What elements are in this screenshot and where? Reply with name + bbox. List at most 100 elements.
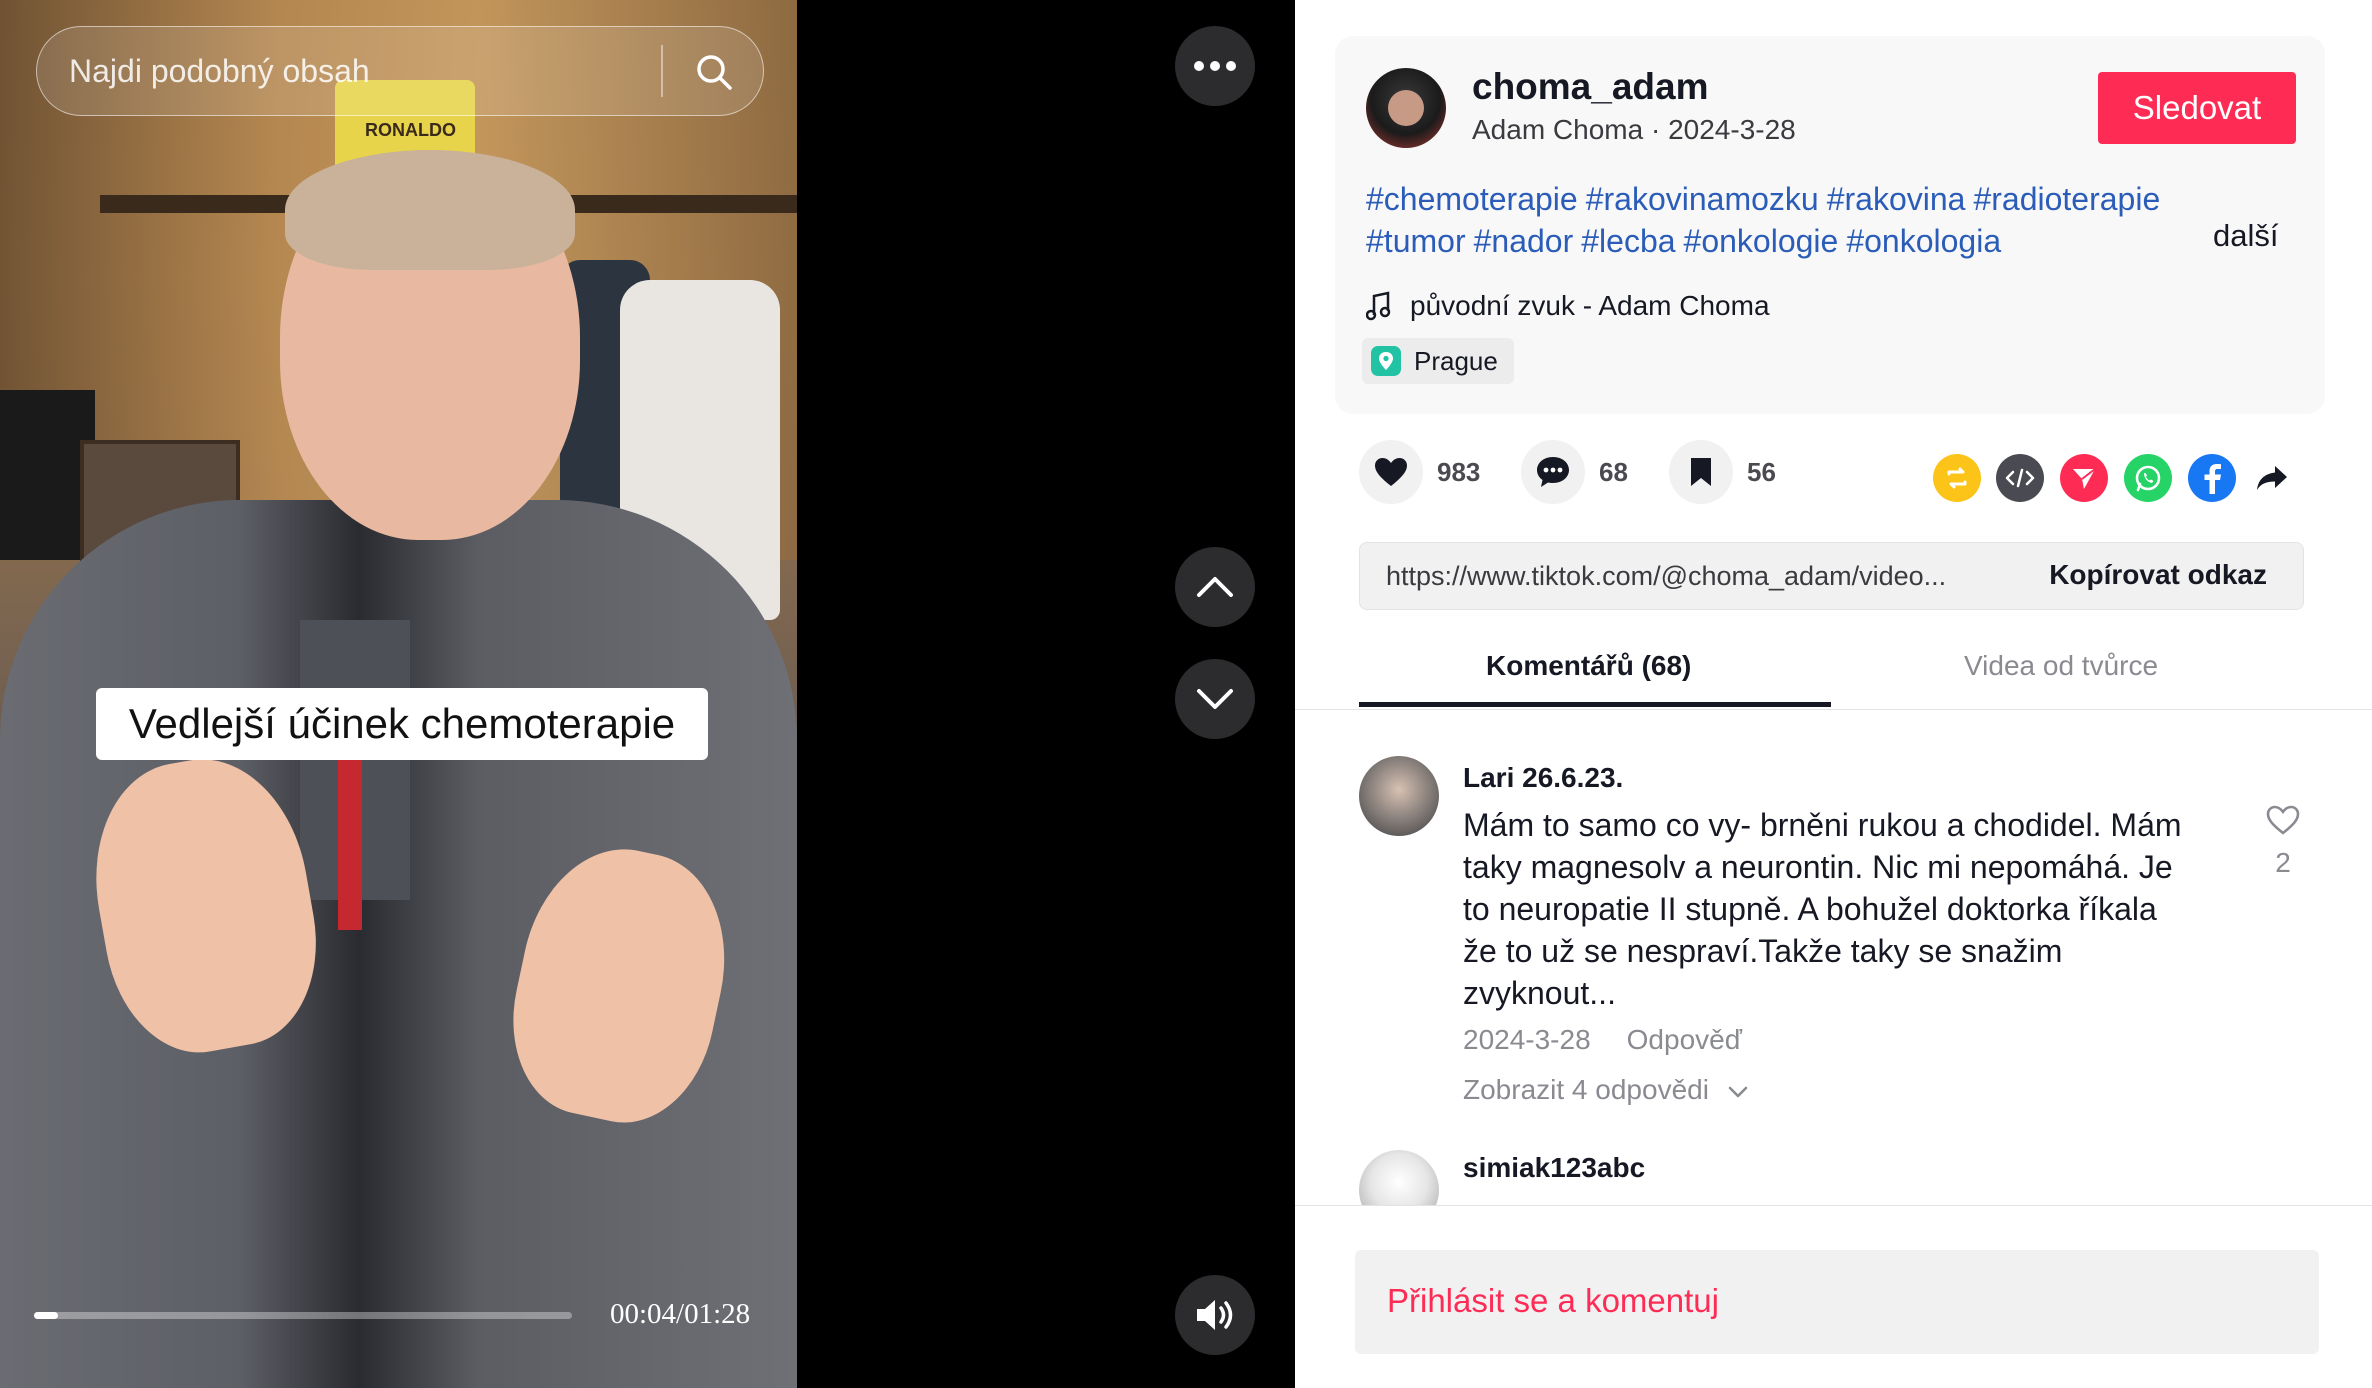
comment-author[interactable]: simiak123abc (1463, 1152, 1645, 1184)
commenter-avatar[interactable] (1359, 1150, 1439, 1205)
commenter-avatar[interactable] (1359, 756, 1439, 836)
subline-separator: · (1643, 114, 1669, 145)
post-info-card: choma_adam Adam Choma · 2024-3-28 Sledov… (1335, 36, 2325, 414)
hashtag-link[interactable]: #onkologie (1684, 223, 1839, 259)
hashtag-link[interactable]: #lecba (1581, 223, 1675, 259)
location-name: Prague (1414, 345, 1498, 376)
details-panel: choma_adam Adam Choma · 2024-3-28 Sledov… (1295, 0, 2372, 1388)
save-button[interactable] (1669, 440, 1733, 504)
facebook-share-button[interactable] (2188, 454, 2236, 502)
video-person-hair (285, 150, 575, 270)
whatsapp-icon (2135, 465, 2161, 492)
search-divider (661, 45, 663, 97)
video-time: 00:04/01:28 (610, 1298, 751, 1330)
author-subline: Adam Choma · 2024-3-28 (1472, 114, 1796, 146)
author-username[interactable]: choma_adam (1472, 66, 1709, 108)
comment-like-button[interactable]: 2 (2253, 804, 2313, 879)
hashtag-link[interactable]: #onkologia (1846, 223, 2001, 259)
comment-text-line: taky magnesolv a neurontin. Nic mi nepom… (1463, 849, 2173, 885)
search-button[interactable] (677, 35, 751, 109)
video-player[interactable]: RONALDO Vedlejší účinek chemoterapie (0, 0, 797, 1388)
comment-text-line: Mám to samo co vy- brněni rukou a chodid… (1463, 807, 2182, 843)
tab-creator-videos[interactable]: Videa od tvůrce (1964, 650, 2158, 682)
music-title: původní zvuk - Adam Choma (1410, 290, 1770, 321)
comment-author[interactable]: Lari 26.6.23. (1463, 762, 1623, 794)
save-count: 56 (1747, 456, 1776, 487)
like-button[interactable] (1359, 440, 1423, 504)
embed-button[interactable] (1996, 454, 2044, 502)
repost-button[interactable] (1933, 454, 1981, 502)
share-arrow-icon (2257, 466, 2287, 490)
more-share-button[interactable] (2248, 454, 2296, 502)
comment-button[interactable] (1521, 440, 1585, 504)
search-icon (697, 55, 732, 90)
video-link-url[interactable]: https://www.tiktok.com/@choma_adam/video… (1386, 561, 2006, 592)
hashtag-list: #chemoterapie #rakovinamozku #rakovina #rad… (1366, 178, 2246, 262)
heart-icon (1375, 458, 1407, 486)
action-bar: 983 68 56 (1295, 440, 2372, 520)
video-link-box: https://www.tiktok.com/@choma_adam/video… (1359, 542, 2304, 610)
hashtag-link[interactable]: #chemoterapie (1366, 181, 1578, 217)
music-note-icon (1366, 291, 1391, 321)
search-input[interactable] (67, 27, 667, 115)
comment-date: 2024-3-28 (1463, 1024, 1591, 1055)
whatsapp-share-button[interactable] (2124, 454, 2172, 502)
like-count: 983 (1437, 456, 1481, 487)
view-replies-label: Zobrazit 4 odpovědi (1463, 1074, 1709, 1105)
send-to-friends-button[interactable] (2060, 454, 2108, 502)
hashtag-link[interactable]: #radioterapie (1973, 181, 2160, 217)
copy-link-button[interactable]: Kopírovat odkaz (2049, 559, 2267, 591)
video-progress-fill (34, 1312, 59, 1319)
comment-action[interactable]: 68 (1521, 440, 1628, 504)
login-to-comment-button[interactable]: Přihlásit se a komentuj (1355, 1250, 2319, 1354)
comment-like-count: 2 (2275, 847, 2291, 878)
show-more-link[interactable]: další (2213, 218, 2278, 254)
comment-text-line: zvyknout... (1463, 975, 1616, 1011)
video-area: RONALDO Vedlejší účinek chemoterapie (0, 0, 1295, 1388)
post-date: 2024-3-28 (1668, 114, 1796, 145)
search-bar (36, 26, 764, 116)
bookmark-icon (1691, 458, 1711, 486)
music-row[interactable]: původní zvuk - Adam Choma (1366, 286, 1770, 326)
hashtag-link[interactable]: #rakovinamozku (1586, 181, 1819, 217)
chevron-up-icon (1197, 577, 1233, 597)
video-person-zipper (338, 760, 362, 930)
video-caption: Vedlejší účinek chemoterapie (96, 688, 708, 760)
location-tag[interactable]: Prague (1362, 338, 1514, 384)
repost-icon (1947, 467, 1967, 489)
video-progress-bar[interactable] (34, 1312, 572, 1319)
comment-text: Mám to samo co vy- brněni rukou a chodid… (1463, 804, 2223, 1014)
comment-list: Lari 26.6.23. Mám to samo co vy- brněni … (1295, 712, 2372, 1206)
comment-icon (1537, 457, 1569, 487)
like-action[interactable]: 983 (1359, 440, 1480, 504)
video-caption-text: Vedlejší účinek chemoterapie (128, 700, 676, 747)
next-video-button[interactable] (1175, 659, 1255, 739)
follow-button[interactable]: Sledovat (2098, 72, 2296, 144)
chevron-down-icon (1728, 1086, 1748, 1098)
tab-comments[interactable]: Komentářů (68) (1486, 650, 1691, 682)
heart-outline-icon (2266, 805, 2300, 835)
reply-button[interactable]: Odpověď (1627, 1024, 1742, 1055)
comment-count: 68 (1599, 456, 1628, 487)
comment-text-line: že to už se nespraví.Takže taky se snaži… (1463, 933, 2063, 969)
location-pin-icon (1371, 346, 1401, 376)
save-action[interactable]: 56 (1669, 440, 1776, 504)
facebook-icon (2204, 464, 2221, 494)
hashtag-link[interactable]: #tumor (1366, 223, 1466, 259)
tab-bar: Komentářů (68) Videa od tvůrce (1295, 640, 2372, 710)
author-avatar[interactable] (1366, 68, 1446, 148)
previous-video-button[interactable] (1175, 547, 1255, 627)
more-options-button[interactable] (1175, 26, 1255, 106)
author-display-name: Adam Choma (1472, 114, 1644, 145)
volume-button[interactable] (1175, 1275, 1255, 1355)
login-to-comment-label: Přihlásit se a komentuj (1387, 1282, 1719, 1319)
volume-icon (1197, 1300, 1233, 1330)
embed-icon (2005, 468, 2035, 488)
chevron-down-icon (1197, 689, 1233, 709)
active-tab-indicator (1359, 702, 1831, 707)
comment-text-line: to neuropatie II stupně. A bohužel dokto… (1463, 891, 2157, 927)
view-replies-button[interactable]: Zobrazit 4 odpovědi (1463, 1074, 1749, 1106)
hashtag-link[interactable]: #nador (1474, 223, 1574, 259)
comment-meta: 2024-3-28 Odpověď (1463, 1024, 1742, 1056)
hashtag-link[interactable]: #rakovina (1827, 181, 1966, 217)
